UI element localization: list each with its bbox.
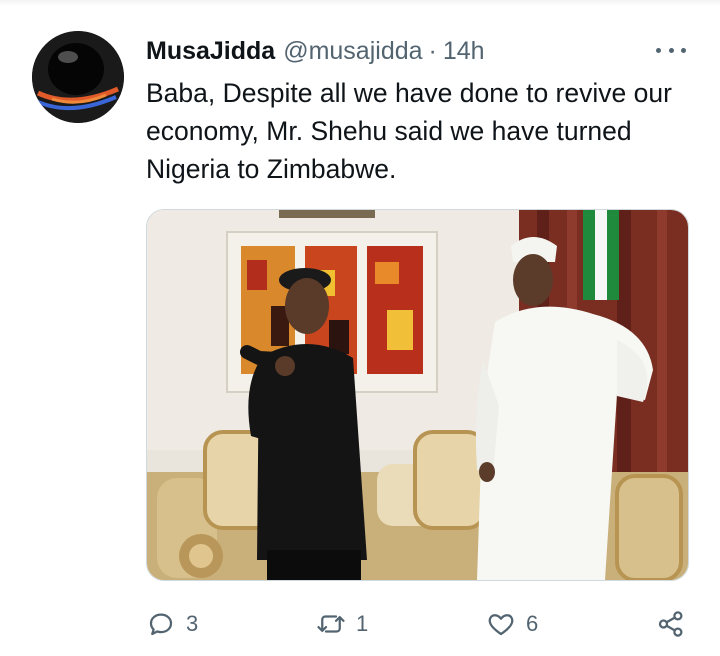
author-handle[interactable]: @musajidda bbox=[283, 37, 422, 66]
share-button[interactable] bbox=[656, 604, 686, 644]
top-divider bbox=[0, 0, 720, 6]
tweet-text: Baba, Despite all we have done to revive… bbox=[146, 78, 672, 184]
avatar-image bbox=[32, 31, 124, 123]
reply-icon bbox=[149, 613, 173, 636]
retweet-count: 1 bbox=[356, 611, 369, 636]
avatar[interactable] bbox=[32, 31, 124, 123]
photo-image bbox=[147, 210, 688, 580]
reply-count: 3 bbox=[186, 611, 199, 636]
heart-icon bbox=[488, 614, 514, 636]
meta-separator: · bbox=[428, 36, 437, 65]
like-count: 6 bbox=[526, 611, 539, 636]
tweet-actions: 3 1 6 bbox=[146, 604, 691, 644]
reply-button[interactable]: 3 bbox=[146, 604, 198, 644]
tweet-header: MusaJidda @musajidda · 14h bbox=[146, 34, 485, 68]
retweet-icon bbox=[317, 615, 345, 633]
retweet-button[interactable]: 1 bbox=[316, 604, 368, 644]
like-button[interactable]: 6 bbox=[486, 604, 538, 644]
tweet-photo[interactable] bbox=[146, 209, 689, 581]
more-horizontal-icon[interactable] bbox=[656, 40, 686, 60]
author-name[interactable]: MusaJidda bbox=[146, 37, 275, 66]
tweet-time[interactable]: 14h bbox=[443, 37, 485, 66]
share-icon bbox=[658, 611, 683, 637]
